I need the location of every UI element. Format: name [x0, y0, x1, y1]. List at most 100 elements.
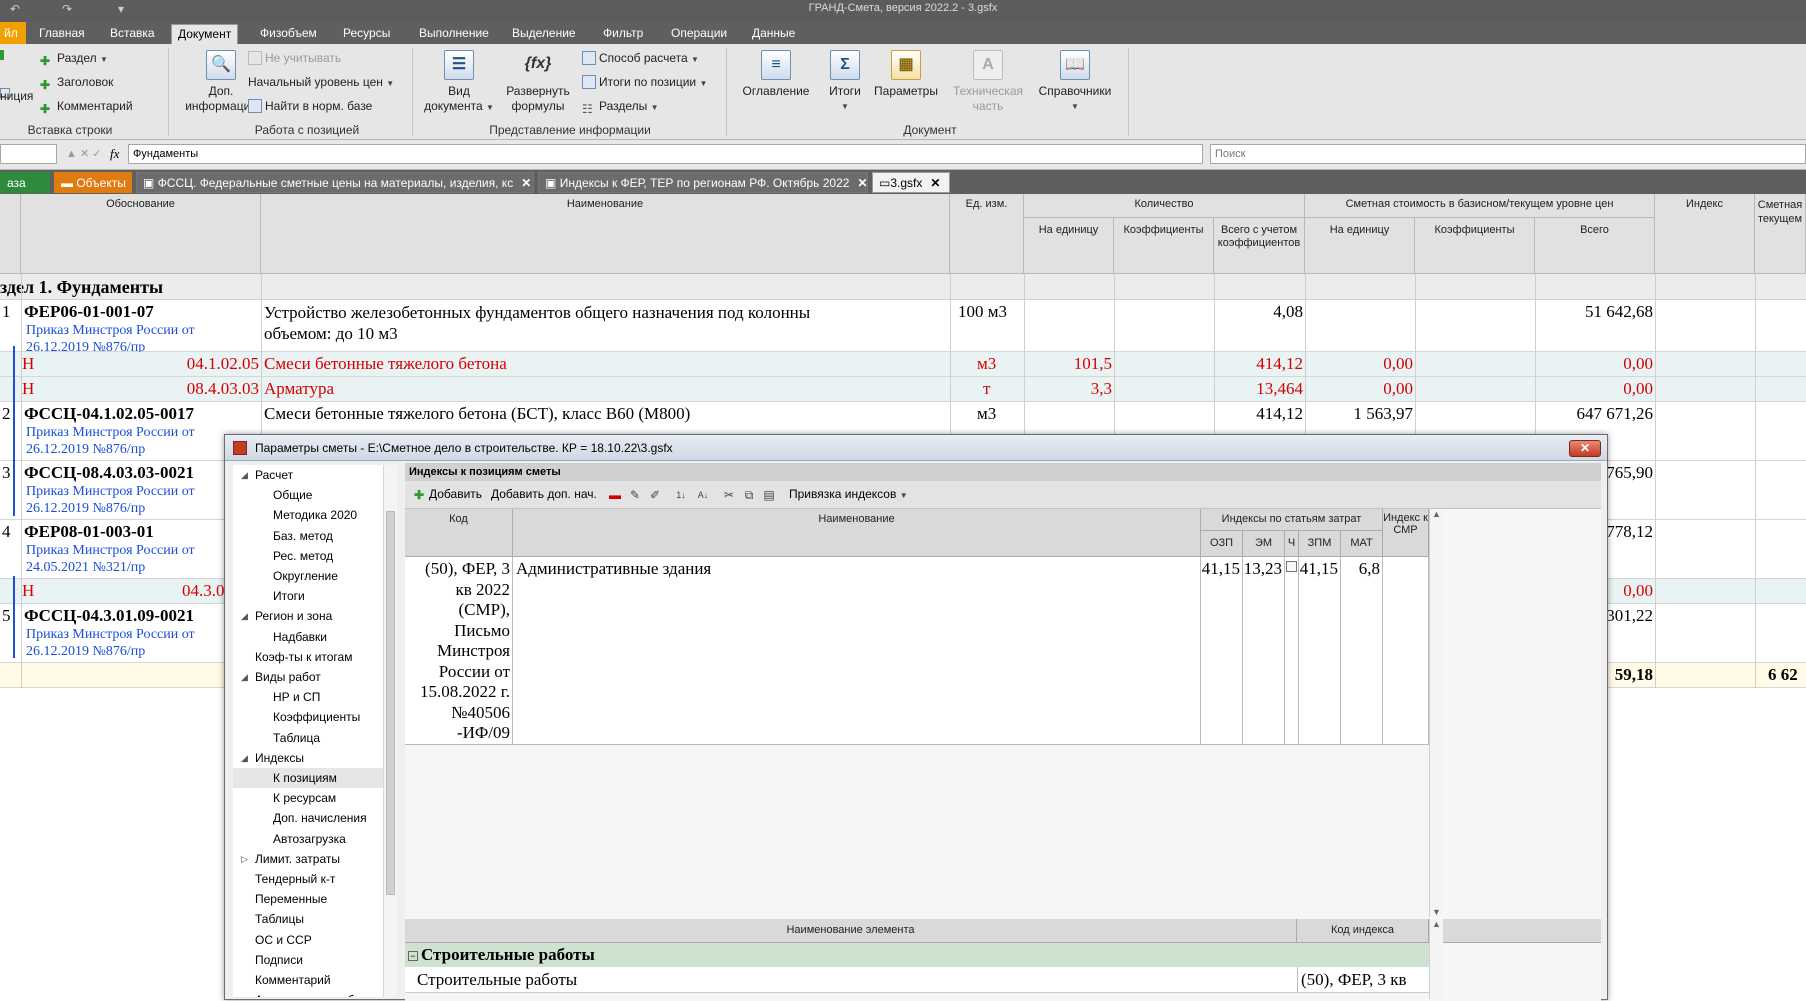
tab-file[interactable]: йл: [0, 22, 26, 44]
lower-scrollbar[interactable]: ▲: [1429, 919, 1443, 999]
add-extra-button[interactable]: Добавить доп. нач.: [491, 487, 597, 501]
parameters-button[interactable]: ▦ Параметры: [872, 50, 940, 99]
row-basis-link[interactable]: Приказ Минстроя России от 26.12.2019 №876…: [26, 483, 195, 517]
tree-item[interactable]: ОС и ССР: [233, 930, 312, 950]
copy-icon[interactable]: ⧉: [741, 487, 757, 503]
table-of-contents-button[interactable]: ≡ Оглавление: [736, 50, 816, 99]
scrollbar-thumb[interactable]: [386, 511, 395, 895]
eraser-icon[interactable]: ✎: [627, 487, 643, 503]
tab-home[interactable]: Главная: [33, 22, 91, 44]
tree-item[interactable]: Рес. метод: [233, 546, 333, 566]
index-em[interactable]: 13,23: [1243, 557, 1285, 745]
tree-item[interactable]: Методика 2020: [233, 505, 357, 525]
tab-objects[interactable]: ▬ Объекты: [54, 172, 132, 193]
scroll-up-icon[interactable]: ▲: [1430, 509, 1443, 519]
row-basis-link[interactable]: Приказ Минстроя России от 26.12.2019 №876…: [26, 626, 195, 660]
tree-item[interactable]: Коэф-ты к итогам: [233, 647, 352, 667]
tree-item[interactable]: Итоги: [233, 586, 305, 606]
header-index-code[interactable]: Код индекса: [1297, 919, 1429, 943]
tree-item[interactable]: ◢ Виды работ: [233, 667, 321, 687]
tree-item[interactable]: Коэффициенты: [233, 707, 360, 727]
elements-group[interactable]: − Строительные работы: [405, 943, 1429, 967]
tab-filter[interactable]: Фильтр: [597, 22, 649, 44]
row-basis-link[interactable]: Приказ Минстроя России от 26.12.2019 №876…: [26, 322, 195, 356]
search-input[interactable]: Поиск: [1210, 144, 1806, 164]
expanded-icon[interactable]: ◢: [241, 465, 248, 485]
close-icon[interactable]: ✕: [930, 176, 940, 190]
formula-input[interactable]: Фундаменты: [128, 144, 1203, 164]
references-button[interactable]: 📖 Справочники ▼: [1034, 50, 1116, 114]
find-in-base-button[interactable]: Найти в норм. базе: [248, 96, 372, 116]
header-cost-unit[interactable]: На единицу: [1305, 218, 1415, 274]
tree-scrollbar[interactable]: [383, 465, 397, 997]
tree-item[interactable]: Баз. метод: [233, 526, 333, 546]
partial-position-label[interactable]: ниция: [0, 86, 33, 106]
ch-checkbox[interactable]: [1286, 561, 1297, 572]
ignore-button[interactable]: Не учитывать: [248, 48, 341, 68]
tree-item[interactable]: ▷ Лимит. затраты: [233, 849, 340, 869]
add-section-button[interactable]: ✚ Раздел ▼: [40, 48, 108, 68]
tab-document[interactable]: Документ: [171, 24, 239, 44]
totals-button[interactable]: Σ Итоги ▼: [820, 50, 870, 114]
header-element-name[interactable]: Наименование элемента: [405, 919, 1297, 943]
header-ozp[interactable]: ОЗП: [1201, 531, 1243, 557]
header-qty-unit[interactable]: На единицу: [1024, 218, 1114, 274]
expanded-icon[interactable]: ◢: [241, 667, 248, 687]
row-basis-link[interactable]: Приказ Минстроя России от 24.05.2021 №321…: [26, 542, 195, 576]
header-em[interactable]: ЭМ: [1243, 531, 1285, 557]
tab-physical-volume[interactable]: Физобъем: [254, 22, 323, 44]
cut-icon[interactable]: ✂: [721, 487, 737, 503]
tree-item[interactable]: Таблица: [233, 728, 320, 748]
header-quantity[interactable]: Количество: [1024, 194, 1305, 218]
tree-item[interactable]: К позициям: [233, 768, 383, 788]
tab-indices[interactable]: ▣ Индексы к ФЕР, ТЕР по регионам РФ. Окт…: [538, 172, 868, 193]
header-name[interactable]: Наименование: [513, 509, 1201, 557]
header-zpm[interactable]: ЗПМ: [1299, 531, 1341, 557]
row-basis-link[interactable]: Приказ Минстроя России от 26.12.2019 №876…: [26, 424, 195, 458]
expanded-icon[interactable]: ◢: [241, 606, 248, 626]
index-mat[interactable]: 6,8: [1341, 557, 1383, 745]
tab-execution[interactable]: Выполнение: [413, 22, 495, 44]
scroll-up-icon[interactable]: ▲: [1430, 919, 1443, 929]
tree-item[interactable]: Тендерный к-т: [233, 869, 335, 889]
header-cost-total[interactable]: Всего: [1535, 218, 1655, 274]
tab-operations[interactable]: Операции: [665, 22, 733, 44]
cell-address-field[interactable]: [0, 144, 57, 164]
header-qty-coef[interactable]: Коэффициенты: [1114, 218, 1214, 274]
element-row[interactable]: Строительные работы (50), ФЕР, 3 кв: [405, 967, 1429, 993]
header-code[interactable]: Код: [405, 509, 513, 557]
collapsed-icon[interactable]: ▷: [241, 849, 248, 869]
tree-item[interactable]: Округление: [233, 566, 338, 586]
tree-item[interactable]: ◢ Расчет: [233, 465, 293, 485]
index-zpm[interactable]: 41,15: [1299, 557, 1341, 745]
add-icon[interactable]: ✚: [411, 487, 427, 503]
tab-fssc[interactable]: ▣ ФССЦ. Федеральные сметные цены на мате…: [136, 172, 534, 193]
header-cost[interactable]: Сметная стоимость в базисном/текущем уро…: [1305, 194, 1655, 218]
table-scrollbar[interactable]: ▲ ▼: [1429, 509, 1443, 917]
paste-icon[interactable]: ▤: [761, 487, 777, 503]
tab-insert[interactable]: Вставка: [104, 22, 161, 44]
tree-item[interactable]: НР и СП: [233, 687, 320, 707]
add-header-button[interactable]: ✚ Заголовок: [40, 72, 113, 92]
header-mat[interactable]: МАТ: [1341, 531, 1383, 557]
header-cost-coef[interactable]: Коэффициенты: [1415, 218, 1535, 274]
tree-item[interactable]: Таблицы: [233, 909, 304, 929]
header-ch[interactable]: Ч: [1285, 531, 1299, 557]
tree-item[interactable]: ◢ Регион и зона: [233, 606, 332, 626]
close-icon[interactable]: ✕: [521, 176, 531, 190]
expand-formulas-button[interactable]: {fx} Развернуть формулы: [500, 50, 576, 114]
tab-resources[interactable]: Ресурсы: [337, 22, 396, 44]
header-index[interactable]: Индекс: [1655, 194, 1755, 274]
header-cost-items[interactable]: Индексы по статьям затрат: [1201, 509, 1383, 531]
header-unit[interactable]: Ед. изм.: [950, 194, 1024, 274]
tree-item[interactable]: ◢ Индексы: [233, 748, 304, 768]
dialog-title-bar[interactable]: Параметры сметы - E:\Сметное дело в стро…: [225, 435, 1607, 461]
index-smr[interactable]: [1383, 557, 1429, 745]
add-comment-button[interactable]: ✚ Комментарий: [40, 96, 133, 116]
index-row[interactable]: (50), ФЕР, 3 кв 2022 (СМР), Письмо Минстроя Р…: [405, 557, 1429, 745]
header-basis[interactable]: Обоснование: [21, 194, 261, 274]
tab-data[interactable]: Данные: [746, 22, 801, 44]
tree-item[interactable]: Надбавки: [233, 627, 327, 647]
header-name[interactable]: Наименование: [261, 194, 950, 274]
position-totals-dropdown[interactable]: Итоги по позиции ▼: [582, 72, 707, 92]
